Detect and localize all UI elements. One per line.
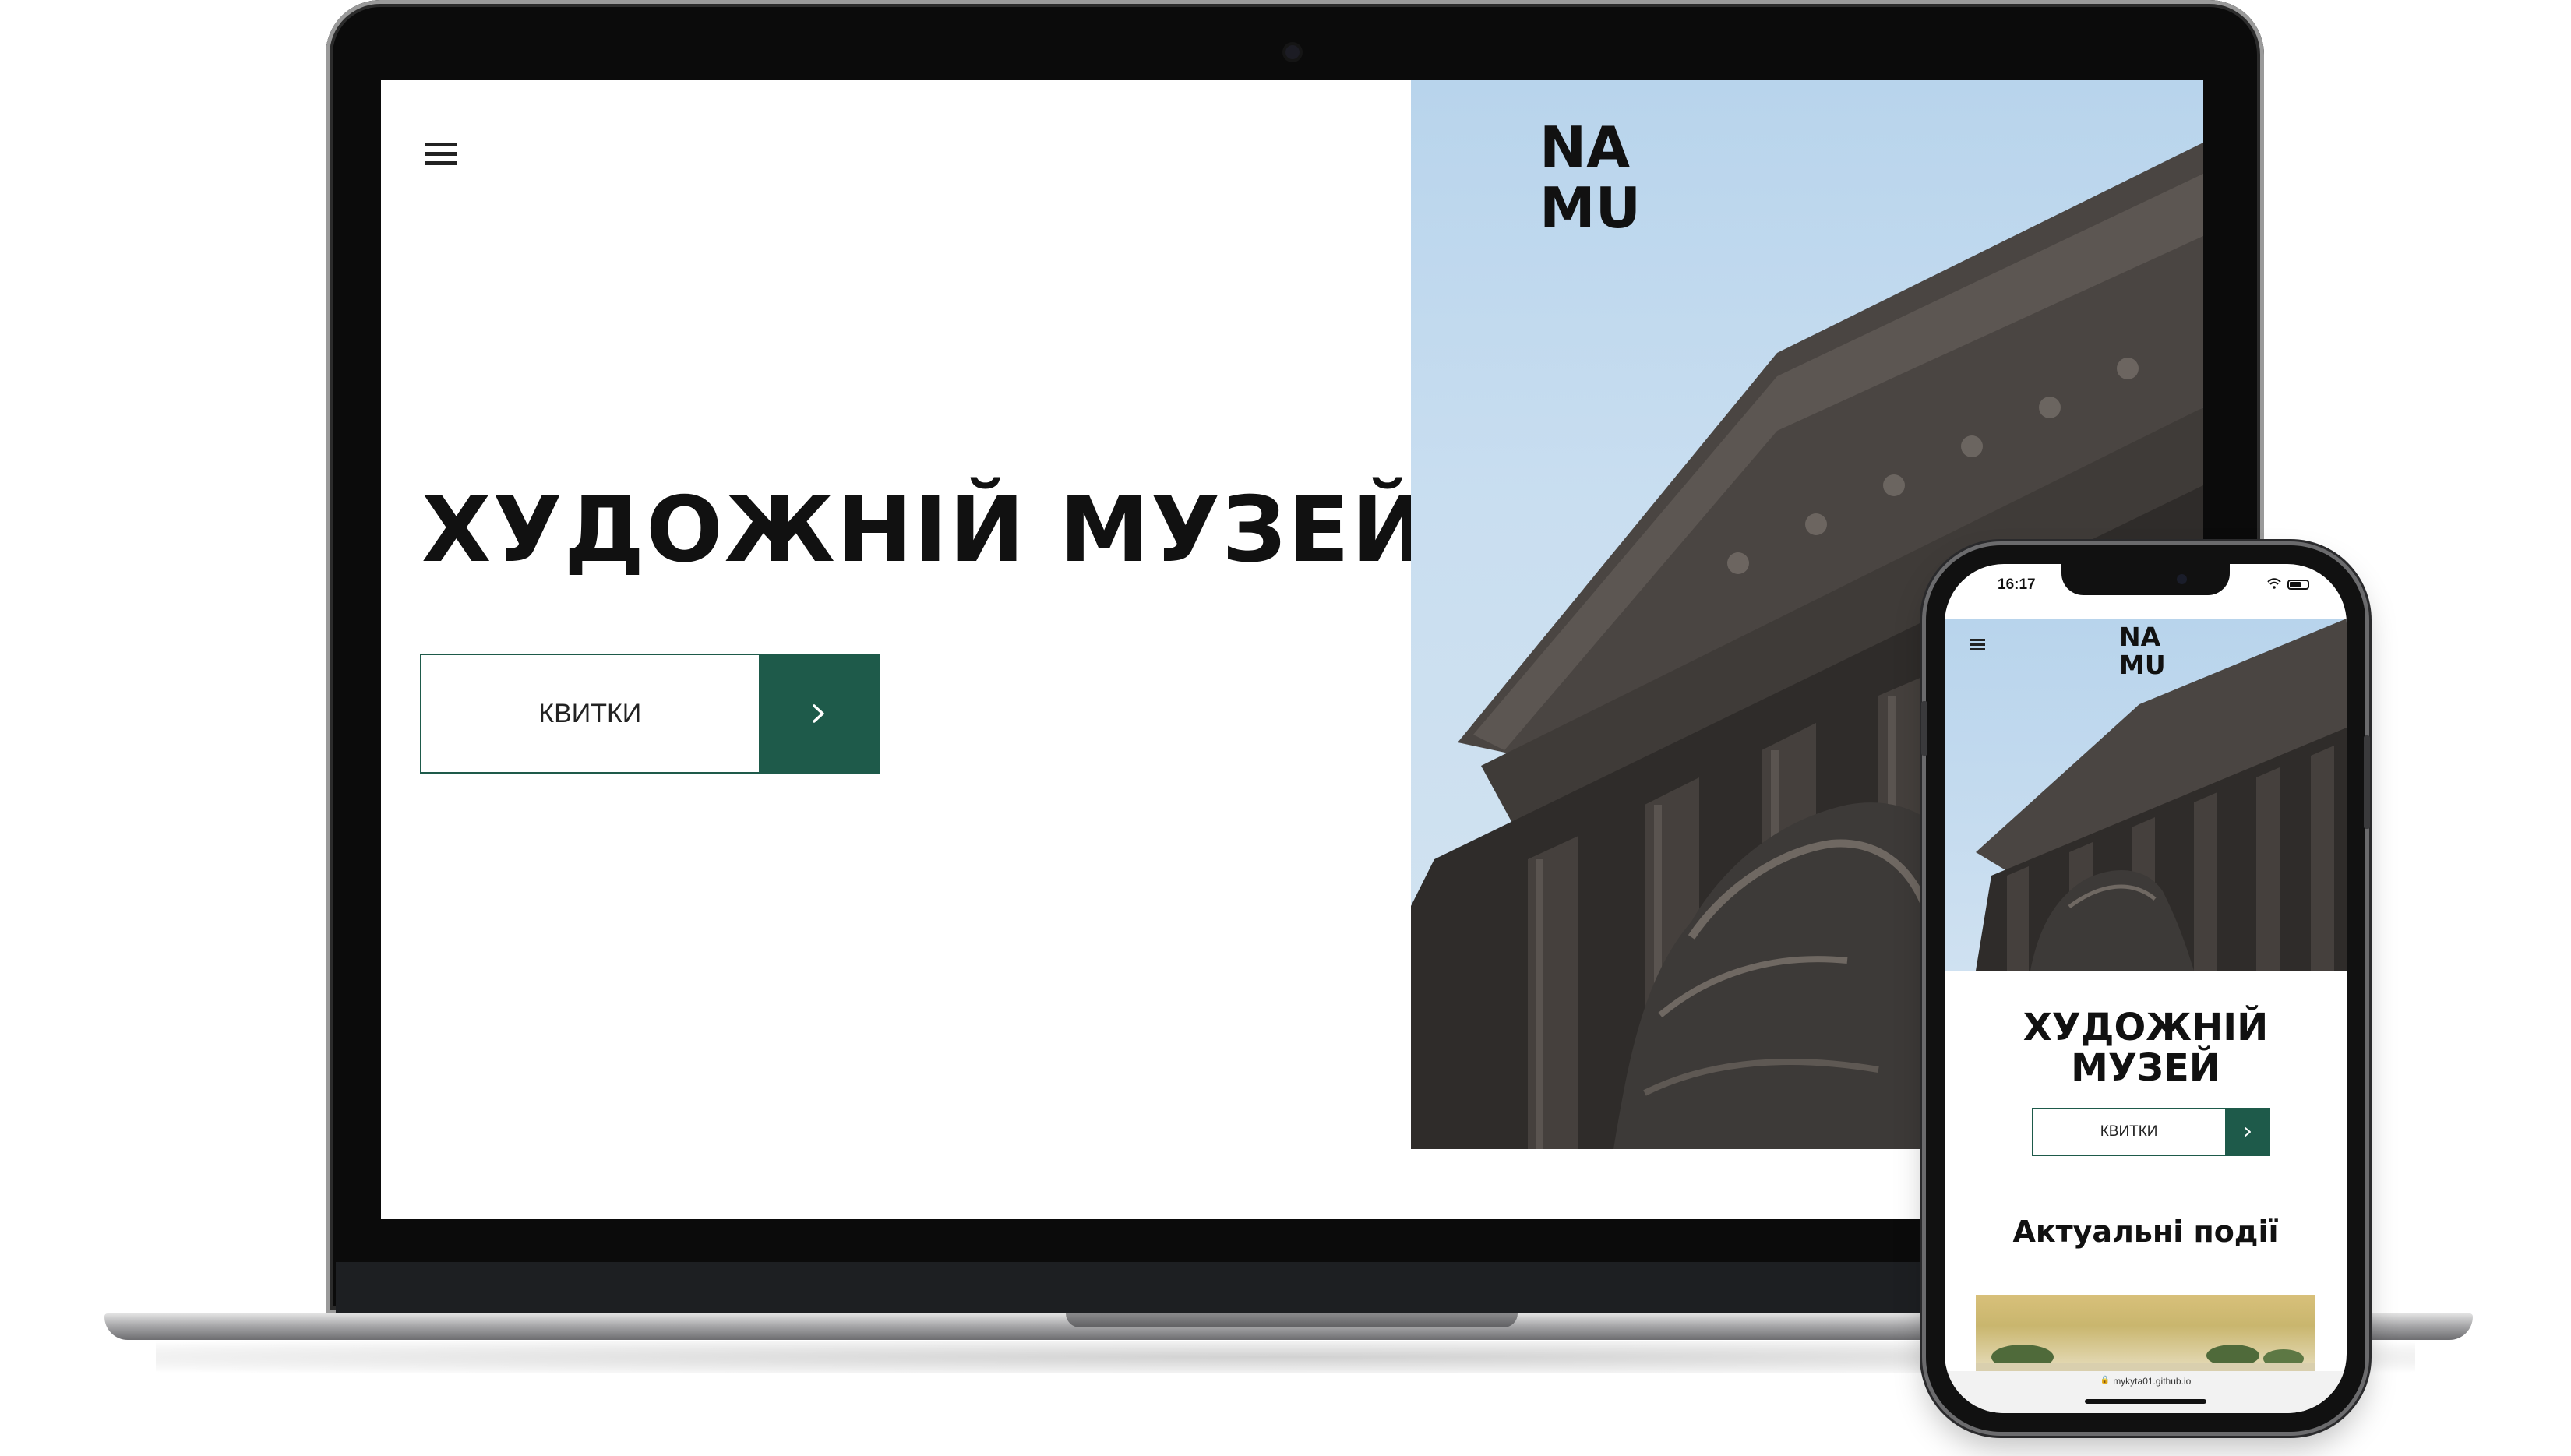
tickets-button-label: КВИТКИ	[420, 654, 759, 774]
hamburger-menu-icon[interactable]	[1970, 639, 1985, 651]
namu-logo[interactable]: NA MU	[2119, 623, 2166, 679]
phone-side-button	[2364, 735, 2370, 829]
tickets-button-label: КВИТКИ	[2032, 1108, 2226, 1156]
logo-line-2: MU	[1539, 175, 1642, 241]
chevron-right-icon[interactable]	[758, 654, 880, 774]
wifi-icon	[2267, 577, 2281, 592]
home-indicator[interactable]	[2085, 1399, 2206, 1404]
browser-url-bar[interactable]: 🔒 mykyta01.github.io	[1945, 1371, 2347, 1413]
phone-screen: 16:17 NA MU ХУДОЖНІЙ МУЗЕЙ КВИТКИ Актуал…	[1945, 564, 2347, 1413]
namu-logo[interactable]: NA MU	[1539, 115, 1642, 241]
battery-icon	[2287, 580, 2309, 590]
laptop-camera	[1286, 45, 1300, 59]
tickets-button[interactable]: КВИТКИ	[2032, 1108, 2270, 1156]
hero-title-line-2: МУЗЕЙ	[2071, 1045, 2220, 1090]
laptop-hinge-notch	[1066, 1313, 1518, 1327]
logo-line-2: MU	[2119, 649, 2166, 680]
phone-notch	[2061, 564, 2230, 595]
phone-front-camera	[2177, 574, 2187, 584]
tickets-button[interactable]: КВИТКИ	[420, 654, 880, 774]
logo-line-1: NA	[2119, 622, 2161, 652]
hamburger-menu-icon[interactable]	[425, 143, 457, 166]
events-heading: Актуальні події	[2012, 1215, 2279, 1249]
hero-title-line-1: ХУДОЖНІЙ	[2023, 1006, 2269, 1049]
event-card-image[interactable]	[1976, 1295, 2315, 1373]
hero-title: ХУДОЖНІЙ МУЗЕЙ	[1945, 1006, 2347, 1090]
chevron-right-icon[interactable]	[2225, 1108, 2270, 1156]
logo-line-1: NA	[1539, 115, 1630, 180]
lock-icon: 🔒	[2100, 1376, 2111, 1384]
status-icons	[2267, 577, 2309, 592]
hero-title: ХУДОЖНІЙ МУЗЕЙ	[421, 478, 1429, 583]
status-time: 16:17	[1998, 576, 2036, 593]
phone-volume-button	[1921, 701, 1927, 756]
url-text: mykyta01.github.io	[2113, 1376, 2192, 1387]
